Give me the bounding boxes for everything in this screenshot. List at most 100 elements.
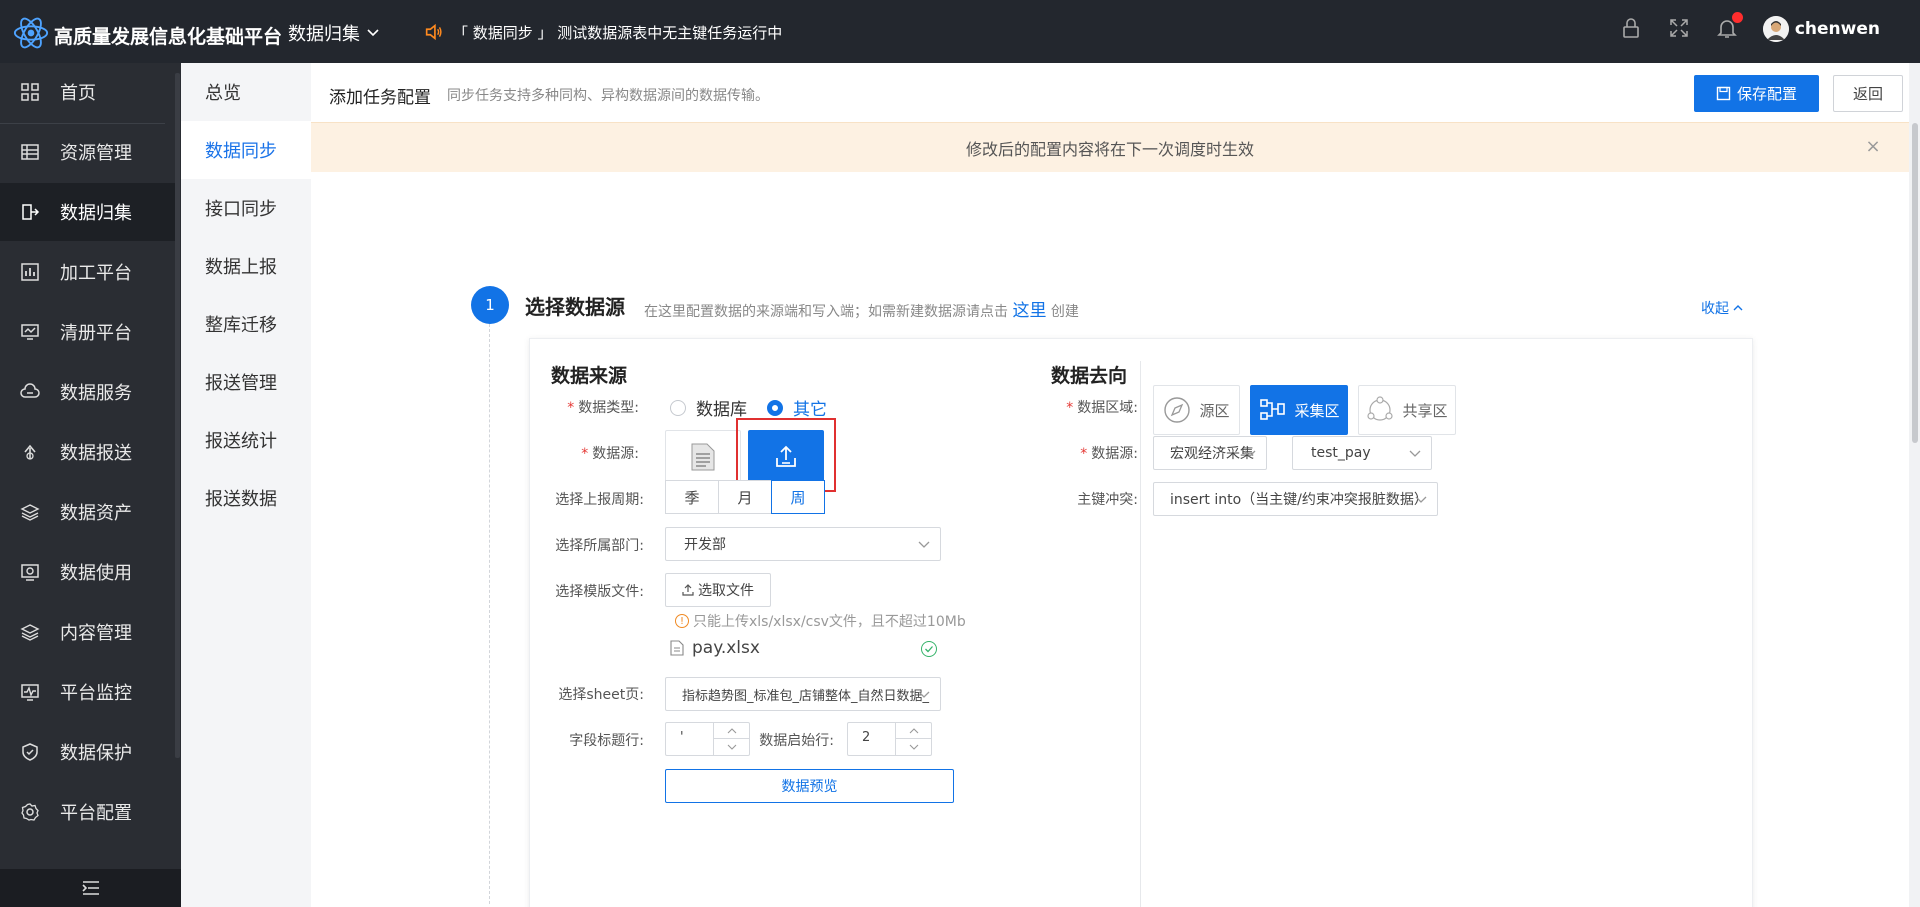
scrollbar-thumb[interactable] bbox=[1912, 123, 1918, 443]
monitor-icon bbox=[21, 324, 39, 340]
document-source-tile[interactable] bbox=[665, 430, 741, 484]
document-icon bbox=[691, 443, 715, 471]
submenu-item-data-sync[interactable]: 数据同步 bbox=[181, 121, 311, 179]
user-menu[interactable]: chenwen bbox=[1762, 16, 1880, 42]
sheet-select[interactable]: 指标趋势图_标准包_店铺整体_自然日数据_ bbox=[665, 677, 941, 711]
decrement-icon[interactable] bbox=[896, 739, 931, 755]
submenu-item-db-migrate[interactable]: 整库迁移 bbox=[181, 295, 311, 353]
period-month[interactable]: 月 bbox=[718, 480, 772, 514]
lock-icon[interactable] bbox=[1619, 16, 1645, 42]
conflict-select[interactable]: insert into（当主键/约束冲突报脏数据） bbox=[1153, 482, 1438, 516]
uploaded-file[interactable]: pay.xlsx bbox=[670, 638, 760, 658]
cloud-icon bbox=[20, 383, 40, 398]
preview-button[interactable]: 数据预览 bbox=[665, 769, 954, 803]
sidebar-item-label: 数据资产 bbox=[60, 503, 132, 524]
sidebar-item-label: 内容管理 bbox=[60, 623, 132, 644]
shield-icon bbox=[22, 743, 38, 761]
target-datasource-select[interactable]: 宏观经济采集 bbox=[1153, 436, 1267, 470]
fullscreen-icon[interactable] bbox=[1667, 16, 1693, 42]
top-bar: 高质量发展信息化基础平台 数据归集 「 数据同步 」 测试数据源表中无主键任务运… bbox=[0, 0, 1920, 63]
collapse-toggle[interactable]: 收起 bbox=[1701, 298, 1743, 318]
submenu-item-data-report[interactable]: 数据上报 bbox=[181, 237, 311, 295]
department-select[interactable]: 开发部 bbox=[665, 527, 941, 561]
period-season[interactable]: 季 bbox=[665, 480, 719, 514]
radio-other-label: 其它 bbox=[793, 400, 827, 420]
save-button[interactable]: 保存配置 bbox=[1694, 75, 1819, 112]
title-row-label: 字段标题行: bbox=[569, 733, 644, 749]
sidebar-item-service[interactable]: 数据服务 bbox=[0, 363, 175, 421]
create-datasource-link[interactable]: 这里 bbox=[1012, 301, 1046, 321]
compass-icon bbox=[1164, 397, 1191, 423]
sidebar-item-report[interactable]: 数据报送 bbox=[0, 423, 175, 481]
main-area: 添加任务配置 同步任务支持多种同构、异构数据源间的数据传输。 保存配置 返回 修… bbox=[311, 63, 1920, 907]
chevron-up-icon bbox=[1733, 305, 1743, 311]
file-hint-text: 只能上传xls/xlsx/csv文件，且不超过10Mb bbox=[693, 614, 966, 630]
title-row-value: ' bbox=[680, 730, 684, 745]
sidebar-item-usage[interactable]: 数据使用 bbox=[0, 543, 175, 601]
stepper-controls bbox=[895, 723, 931, 755]
screen-icon bbox=[21, 564, 39, 581]
close-icon[interactable]: × bbox=[1863, 137, 1883, 157]
start-row-label: 数据启始行: bbox=[759, 733, 834, 749]
submenu-item-report-data[interactable]: 报送数据 bbox=[181, 469, 311, 527]
radio-other[interactable]: 其它 bbox=[767, 395, 827, 420]
submenu: 总览 数据同步 接口同步 数据上报 整库迁移 报送管理 报送统计 报送数据 bbox=[181, 63, 311, 907]
bell-icon[interactable] bbox=[1715, 12, 1743, 42]
notification-dot bbox=[1731, 12, 1743, 23]
notice-text: 「 数据同步 」 测试数据源表中无主键任务运行中 bbox=[453, 23, 783, 42]
layers2-icon bbox=[20, 624, 40, 641]
chevron-down-icon bbox=[918, 541, 930, 548]
sidebar-item-resource[interactable]: 资源管理 bbox=[0, 123, 175, 181]
sidebar-item-label: 数据服务 bbox=[60, 383, 132, 404]
target-title: 数据去向 bbox=[1051, 365, 1128, 387]
chevron-down-icon bbox=[918, 691, 930, 698]
file-hint: ! 只能上传xls/xlsx/csv文件，且不超过10Mb bbox=[675, 611, 966, 631]
period-week[interactable]: 周 bbox=[771, 480, 825, 514]
back-button[interactable]: 返回 bbox=[1833, 75, 1903, 112]
check-circle-icon bbox=[921, 641, 937, 657]
sidebar-item-home[interactable]: 首页 bbox=[0, 63, 175, 121]
sidebar-item-monitor[interactable]: 平台监控 bbox=[0, 663, 175, 721]
template-label: 选择模版文件: bbox=[555, 584, 644, 600]
choose-file-button[interactable]: 选取文件 bbox=[665, 573, 771, 607]
zone-share[interactable]: 共享区 bbox=[1358, 385, 1456, 435]
alert-text: 修改后的配置内容将在下一次调度时生效 bbox=[965, 139, 1254, 159]
upload-icon bbox=[682, 584, 694, 596]
home-icon bbox=[21, 83, 39, 101]
sidebar-item-process[interactable]: 加工平台 bbox=[0, 243, 175, 301]
sidebar-item-assets[interactable]: 数据资产 bbox=[0, 483, 175, 541]
submenu-item-overview[interactable]: 总览 bbox=[181, 63, 311, 121]
department-label: 选择所属部门: bbox=[555, 538, 644, 554]
task-notice[interactable]: 「 数据同步 」 测试数据源表中无主键任务运行中 bbox=[423, 21, 782, 43]
sidebar-toggle[interactable] bbox=[0, 869, 181, 907]
radio-database[interactable]: 数据库 bbox=[670, 395, 747, 420]
sidebar-item-label: 首页 bbox=[60, 83, 96, 104]
avatar bbox=[1762, 16, 1789, 42]
sidebar-scrollbar[interactable] bbox=[175, 73, 180, 758]
atom-logo-icon bbox=[12, 14, 50, 56]
sidebar-item-content[interactable]: 内容管理 bbox=[0, 603, 175, 661]
submenu-item-report-manage[interactable]: 报送管理 bbox=[181, 353, 311, 411]
module-switcher[interactable]: 数据归集 bbox=[288, 20, 380, 46]
sheet-value: 指标趋势图_标准包_店铺整体_自然日数据_ bbox=[682, 688, 930, 704]
sidebar-item-protect[interactable]: 数据保护 bbox=[0, 723, 175, 781]
submenu-item-api-sync[interactable]: 接口同步 bbox=[181, 179, 311, 237]
sidebar-item-collect[interactable]: 数据归集 bbox=[0, 183, 175, 241]
zone-share-label: 共享区 bbox=[1402, 401, 1448, 420]
start-row-stepper[interactable]: 2 bbox=[847, 722, 932, 756]
period-label: 选择上报周期: bbox=[555, 492, 644, 508]
target-table-select[interactable]: test_pay bbox=[1292, 436, 1432, 470]
sidebar-item-label: 数据归集 bbox=[60, 203, 132, 224]
zone-source[interactable]: 源区 bbox=[1153, 385, 1240, 435]
submenu-item-report-stats[interactable]: 报送统计 bbox=[181, 411, 311, 469]
chevron-down-icon bbox=[1415, 496, 1427, 503]
increment-icon[interactable] bbox=[896, 723, 931, 739]
main-scrollbar[interactable] bbox=[1912, 123, 1920, 903]
sidebar-item-inventory[interactable]: 清册平台 bbox=[0, 303, 175, 361]
zone-collect[interactable]: 采集区 bbox=[1250, 385, 1348, 435]
sidebar-item-config[interactable]: 平台配置 bbox=[0, 783, 175, 841]
upload-icon bbox=[24, 444, 36, 460]
collapse-label: 收起 bbox=[1701, 301, 1729, 317]
app-logo[interactable]: 高质量发展信息化基础平台 bbox=[12, 14, 282, 56]
conflict-value: insert into（当主键/约束冲突报脏数据） bbox=[1170, 492, 1428, 508]
